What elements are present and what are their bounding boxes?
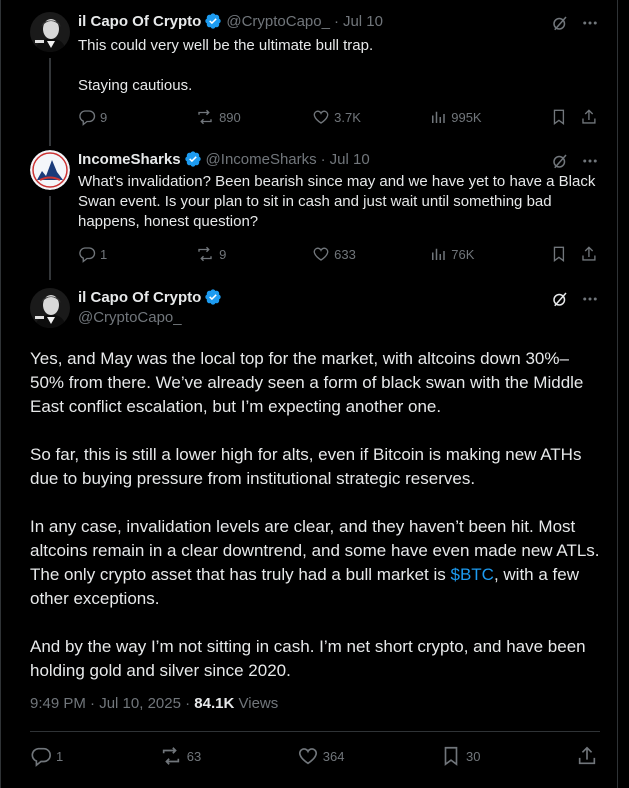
main-tweet-text: Yes, and May was the local top for the m… xyxy=(30,347,600,707)
retweet-button[interactable]: 9 xyxy=(195,245,312,263)
views-button[interactable]: 995K xyxy=(429,108,550,126)
paragraph: In any case, invalidation levels are cle… xyxy=(30,515,600,611)
cashtag-link[interactable]: $BTC xyxy=(450,565,493,584)
reply-button[interactable]: 9 xyxy=(78,108,195,126)
tweet-date[interactable]: Jul 10 xyxy=(330,151,370,168)
heart-icon xyxy=(313,110,329,124)
thread-connector xyxy=(49,58,51,146)
tweet-header: IncomeSharks @IncomeSharks · Jul 10 xyxy=(78,150,370,168)
post-time[interactable]: 9:49 PM xyxy=(30,695,86,712)
right-border xyxy=(617,0,618,788)
post-date[interactable]: Jul 10, 2025 xyxy=(99,695,181,712)
reply-icon xyxy=(79,110,96,126)
more-options-icon[interactable] xyxy=(581,152,599,170)
retweet-button[interactable]: 63 xyxy=(159,745,201,767)
reply-icon xyxy=(31,747,51,767)
views-icon xyxy=(432,111,445,123)
bookmark-icon[interactable] xyxy=(550,245,568,263)
retweet-button[interactable]: 890 xyxy=(195,108,312,126)
like-count: 633 xyxy=(334,246,356,262)
author-handle[interactable]: @CryptoCapo_ xyxy=(78,309,182,326)
grok-icon[interactable] xyxy=(551,152,569,170)
retweet-count: 9 xyxy=(219,246,227,262)
avatar[interactable] xyxy=(30,150,70,190)
separator-dot: · xyxy=(90,695,96,712)
tweet-meta: 9:49 PM · Jul 10, 2025 · 84.1K Views xyxy=(30,695,278,712)
grok-icon[interactable] xyxy=(551,290,569,308)
reply-button[interactable]: 1 xyxy=(78,245,195,263)
views-button[interactable]: 76K xyxy=(429,245,550,263)
tweet-top-icons xyxy=(551,290,599,308)
separator-dot: · xyxy=(333,12,339,30)
retweet-icon xyxy=(198,246,212,262)
share-icon[interactable] xyxy=(576,745,598,767)
tweet-header: il Capo Of Crypto xyxy=(78,288,226,306)
views-label: Views xyxy=(238,695,279,712)
thread-tweet-1[interactable]: il Capo Of Crypto @CryptoCapo_ · Jul 10 … xyxy=(0,0,617,146)
thread-connector xyxy=(49,196,51,280)
paragraph: Yes, and May was the local top for the m… xyxy=(30,349,584,416)
thread-tweet-2[interactable]: IncomeSharks @IncomeSharks · Jul 10 What… xyxy=(0,140,617,280)
tweet-handle-row: @CryptoCapo_ xyxy=(78,309,182,326)
retweet-count: 63 xyxy=(186,748,202,764)
avatar[interactable] xyxy=(30,288,70,328)
separator-dot: · xyxy=(185,695,191,712)
verified-badge-icon xyxy=(205,13,222,29)
bookmark-button[interactable]: 30 xyxy=(440,745,480,767)
verified-badge-icon xyxy=(205,289,222,305)
reply-count: 1 xyxy=(56,748,64,764)
retweet-icon xyxy=(198,109,212,125)
share-icon[interactable] xyxy=(580,108,598,126)
reply-count: 9 xyxy=(100,109,108,125)
like-button[interactable]: 364 xyxy=(297,745,345,767)
reply-icon xyxy=(79,247,96,263)
views-icon xyxy=(432,248,445,260)
bookmark-icon[interactable] xyxy=(550,108,568,126)
views-count: 995K xyxy=(451,109,482,125)
like-button[interactable]: 633 xyxy=(312,245,429,263)
retweet-icon xyxy=(162,747,179,765)
author-handle[interactable]: @IncomeSharks xyxy=(206,151,317,168)
tweet-text: This could very well be the ultimate bul… xyxy=(78,37,374,94)
tweet-actions: 1 9 633 76K xyxy=(78,245,598,263)
reply-count: 1 xyxy=(100,246,108,262)
grok-icon[interactable] xyxy=(551,14,569,32)
like-button[interactable]: 3.7K xyxy=(312,108,429,126)
author-handle[interactable]: @CryptoCapo_ xyxy=(226,13,330,30)
tweet-date[interactable]: Jul 10 xyxy=(343,13,383,30)
heart-icon xyxy=(313,247,329,261)
paragraph: And by the way I’m not sitting in cash. … xyxy=(30,637,586,680)
like-count: 364 xyxy=(322,748,345,764)
like-count: 3.7K xyxy=(334,109,361,125)
avatar[interactable] xyxy=(30,12,70,52)
author-name[interactable]: il Capo Of Crypto xyxy=(78,13,201,30)
author-name[interactable]: il Capo Of Crypto xyxy=(78,289,201,306)
bookmark-icon xyxy=(444,746,458,766)
retweet-count: 890 xyxy=(219,109,241,125)
share-icon[interactable] xyxy=(580,245,598,263)
tweet-actions: 9 890 3.7K 995K xyxy=(78,108,598,126)
views-count: 76K xyxy=(451,246,475,262)
tweet-top-icons xyxy=(551,14,599,32)
views-count: 84.1K xyxy=(194,695,235,712)
reply-button[interactable]: 1 xyxy=(30,745,63,767)
more-options-icon[interactable] xyxy=(581,290,599,308)
more-options-icon[interactable] xyxy=(581,14,599,32)
bookmark-count: 30 xyxy=(466,748,481,764)
main-tweet-actions: 1 63 364 30 xyxy=(30,745,598,767)
verified-badge-icon xyxy=(184,151,201,167)
tweet-header: il Capo Of Crypto @CryptoCapo_ · Jul 10 xyxy=(78,12,383,30)
heart-icon xyxy=(298,748,317,765)
divider xyxy=(30,731,600,732)
tweet-text: What's invalidation? Been bearish since … xyxy=(78,173,596,230)
author-name[interactable]: IncomeSharks xyxy=(78,151,181,168)
tweet-top-icons xyxy=(551,152,599,170)
paragraph: So far, this is still a lower high for a… xyxy=(30,445,582,488)
separator-dot: · xyxy=(320,150,326,168)
